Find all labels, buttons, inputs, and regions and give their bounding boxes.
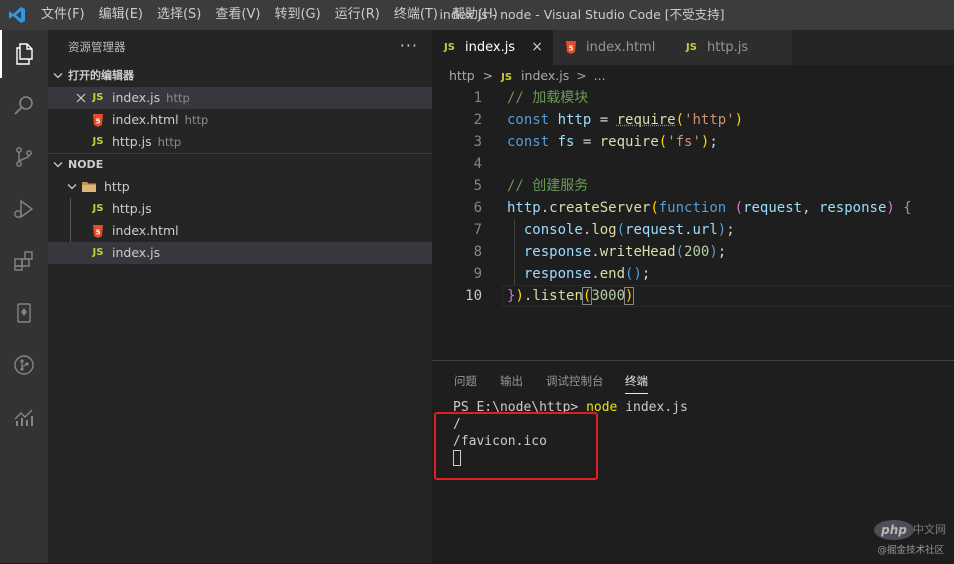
menu-go[interactable]: 转到(G) (267, 0, 327, 30)
folder-item[interactable]: http (48, 176, 432, 198)
code-line: http.createServer(function (request, res… (507, 197, 912, 219)
line-number: 4 (432, 153, 482, 175)
explorer-title: 资源管理器 (68, 30, 126, 65)
extensions-icon[interactable] (0, 237, 48, 285)
line-number: 7 (432, 219, 482, 241)
breadcrumb: http > JS index.js > ... (432, 65, 954, 87)
menu-terminal[interactable]: 终端(T) (387, 0, 445, 30)
tab-debug-console[interactable]: 调试控制台 (546, 371, 604, 393)
file-name: index.html (112, 220, 179, 242)
source-control-icon[interactable] (0, 133, 48, 181)
line-number: 3 (432, 131, 482, 153)
tab-index-js[interactable]: JS index.js × (432, 30, 554, 65)
breadcrumb-symbols[interactable]: ... (594, 65, 606, 87)
activity-bar (0, 30, 48, 563)
menu-bar: 文件(F) 编辑(E) 选择(S) 查看(V) 转到(G) 运行(R) 终端(T… (34, 0, 505, 30)
code-editor[interactable]: 1 2 3 4 5 6 7 8 9 10 // 加载模块 const http … (432, 87, 954, 360)
breadcrumb-folder[interactable]: http (449, 65, 475, 87)
line-number: 1 (432, 87, 482, 109)
tab-http-js[interactable]: JS http.js (674, 30, 793, 65)
file-item[interactable]: JS http.js (48, 198, 432, 220)
svg-text:5: 5 (569, 45, 574, 53)
menu-help[interactable]: 帮助(H) (445, 0, 505, 30)
open-editors-label: 打开的编辑器 (68, 65, 134, 87)
open-editors-header[interactable]: 打开的编辑器 (48, 65, 432, 87)
code-line: }).listen(3000) (507, 285, 633, 307)
js-file-icon: JS (90, 87, 106, 109)
open-editor-item[interactable]: 5 index.html http (48, 109, 432, 131)
vscode-logo-icon (0, 0, 34, 30)
watermark-credit: @掘金技术社区 (877, 542, 944, 556)
line-number: 10 (432, 285, 482, 307)
explorer-icon[interactable] (0, 30, 48, 78)
menu-edit[interactable]: 编辑(E) (92, 0, 150, 30)
bottom-panel: 问题 输出 调试控制台 终端 PS E:\node\http> node ind… (432, 360, 954, 564)
code-line: const http = require('http') (507, 109, 743, 131)
js-file-icon: JS (501, 67, 512, 89)
line-number: 6 (432, 197, 482, 219)
js-file-icon: JS (444, 30, 455, 65)
js-file-icon: JS (90, 131, 106, 153)
svg-text:5: 5 (96, 118, 101, 126)
js-file-icon: JS (90, 198, 106, 220)
file-name: http.js http (112, 131, 181, 153)
explorer-sidebar: 资源管理器 ··· 打开的编辑器 JS index.js http 5 index… (48, 30, 432, 563)
tab-problems[interactable]: 问题 (454, 371, 477, 393)
tab-output[interactable]: 输出 (500, 371, 523, 393)
breadcrumb-separator: > (576, 65, 586, 87)
menu-run[interactable]: 运行(R) (328, 0, 387, 30)
run-debug-icon[interactable] (0, 185, 48, 233)
code-line: response.end(); (507, 263, 650, 285)
code-line: response.writeHead(200); (507, 241, 726, 263)
line-number: 5 (432, 175, 482, 197)
code-line: console.log(request.url); (507, 219, 735, 241)
js-file-icon: JS (686, 30, 697, 65)
file-item[interactable]: JS index.js (48, 242, 432, 264)
editor-tabs: JS index.js × 5 index.html JS http.js (432, 30, 954, 65)
breadcrumb-separator: > (483, 65, 493, 87)
workspace-label: NODE (68, 154, 103, 176)
line-number: 8 (432, 241, 482, 263)
code-line: // 创建服务 (507, 175, 588, 197)
file-name: index.js (112, 242, 160, 264)
code-line: const fs = require('fs'); (507, 131, 718, 153)
menu-selection[interactable]: 选择(S) (150, 0, 208, 30)
file-name: index.js http (112, 87, 190, 109)
folder-name: http (104, 176, 130, 198)
svg-text:5: 5 (96, 229, 101, 237)
watermark-site-name: 中文网 (913, 521, 946, 537)
line-number: 9 (432, 263, 482, 285)
search-icon[interactable] (0, 81, 48, 129)
highlight-box (434, 412, 598, 480)
file-item[interactable]: 5 index.html (48, 220, 432, 242)
js-file-icon: JS (90, 242, 106, 264)
file-name: http.js (112, 198, 152, 220)
close-icon[interactable]: × (531, 30, 543, 65)
code-line: // 加载模块 (507, 87, 588, 109)
analytics-icon[interactable] (0, 393, 48, 441)
open-editor-item[interactable]: JS index.js http (48, 87, 432, 109)
line-number: 2 (432, 109, 482, 131)
open-editor-item[interactable]: JS http.js http (48, 131, 432, 153)
file-name: index.html http (112, 109, 208, 131)
tab-label: http.js (707, 30, 748, 65)
workspace-header[interactable]: NODE (48, 154, 432, 176)
menu-view[interactable]: 查看(V) (208, 0, 267, 30)
menu-file[interactable]: 文件(F) (34, 0, 92, 30)
tab-terminal[interactable]: 终端 (625, 371, 648, 394)
more-actions-icon[interactable]: ··· (400, 30, 418, 65)
git-graph-icon[interactable] (0, 341, 48, 389)
title-bar: 文件(F) 编辑(E) 选择(S) 查看(V) 转到(G) 运行(R) 终端(T… (0, 0, 954, 30)
tab-label: index.js (465, 30, 515, 65)
tab-index-html[interactable]: 5 index.html (553, 30, 675, 65)
book-icon[interactable] (0, 289, 48, 337)
breadcrumb-file[interactable]: index.js (521, 65, 569, 87)
tab-label: index.html (586, 30, 655, 65)
php-logo-watermark: php (874, 520, 914, 540)
